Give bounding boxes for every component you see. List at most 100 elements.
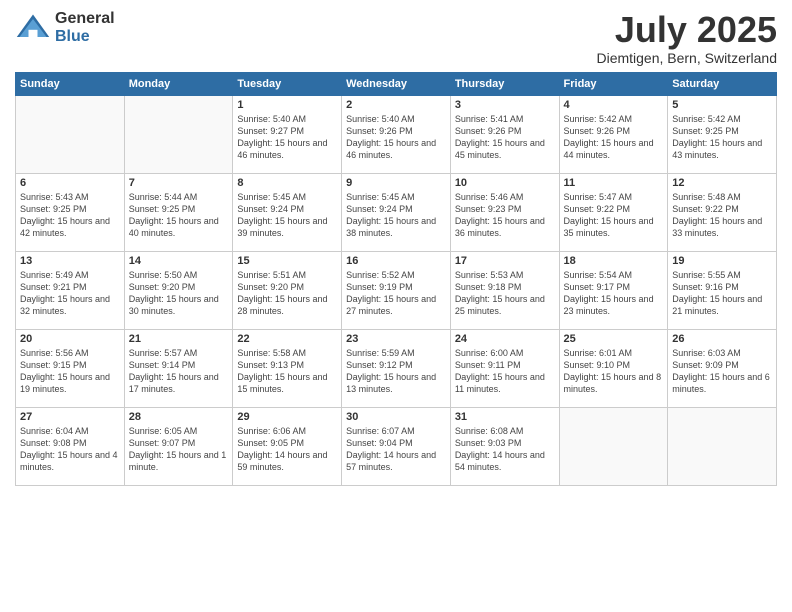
col-monday: Monday	[124, 72, 233, 95]
day-info: Sunrise: 6:01 AM Sunset: 9:10 PM Dayligh…	[564, 347, 664, 396]
day-info: Sunrise: 5:42 AM Sunset: 9:26 PM Dayligh…	[564, 113, 664, 162]
table-row: 10 Sunrise: 5:46 AM Sunset: 9:23 PM Dayli…	[450, 173, 559, 251]
table-row: 13 Sunrise: 5:49 AM Sunset: 9:21 PM Dayli…	[16, 251, 125, 329]
day-number: 30	[346, 411, 446, 423]
day-info: Sunrise: 5:49 AM Sunset: 9:21 PM Dayligh…	[20, 269, 120, 318]
day-number: 1	[237, 99, 337, 111]
col-wednesday: Wednesday	[342, 72, 451, 95]
table-row: 1 Sunrise: 5:40 AM Sunset: 9:27 PM Daylig…	[233, 95, 342, 173]
day-number: 2	[346, 99, 446, 111]
table-row: 25 Sunrise: 6:01 AM Sunset: 9:10 PM Dayli…	[559, 329, 668, 407]
day-number: 20	[20, 333, 120, 345]
day-info: Sunrise: 5:45 AM Sunset: 9:24 PM Dayligh…	[237, 191, 337, 240]
day-number: 19	[672, 255, 772, 267]
day-number: 9	[346, 177, 446, 189]
day-info: Sunrise: 5:43 AM Sunset: 9:25 PM Dayligh…	[20, 191, 120, 240]
table-row: 8Sunrise: 5:45 AM Sunset: 9:24 PM Daylig…	[233, 173, 342, 251]
day-info: Sunrise: 6:08 AM Sunset: 9:03 PM Dayligh…	[455, 425, 555, 474]
day-number: 29	[237, 411, 337, 423]
col-friday: Friday	[559, 72, 668, 95]
table-row: 29 Sunrise: 6:06 AM Sunset: 9:05 PM Dayli…	[233, 407, 342, 485]
day-number: 25	[564, 333, 664, 345]
day-number: 12	[672, 177, 772, 189]
day-info: Sunrise: 6:07 AM Sunset: 9:04 PM Dayligh…	[346, 425, 446, 474]
table-row: 15 Sunrise: 5:51 AM Sunset: 9:20 PM Dayli…	[233, 251, 342, 329]
month-title: July 2025	[596, 10, 777, 50]
logo-blue-text: Blue	[55, 28, 115, 46]
calendar-week-row: 27Sunrise: 6:04 AM Sunset: 9:08 PM Dayli…	[16, 407, 777, 485]
day-number: 10	[455, 177, 555, 189]
day-number: 4	[564, 99, 664, 111]
calendar-week-row: 13 Sunrise: 5:49 AM Sunset: 9:21 PM Dayli…	[16, 251, 777, 329]
page-container: General Blue July 2025 Diemtigen, Bern, …	[0, 0, 792, 496]
table-row: 21 Sunrise: 5:57 AM Sunset: 9:14 PM Dayli…	[124, 329, 233, 407]
table-row: 2Sunrise: 5:40 AM Sunset: 9:26 PM Daylig…	[342, 95, 451, 173]
table-row: 26 Sunrise: 6:03 AM Sunset: 9:09 PM Dayli…	[668, 329, 777, 407]
table-row: 11 Sunrise: 5:47 AM Sunset: 9:22 PM Dayli…	[559, 173, 668, 251]
table-row: 27Sunrise: 6:04 AM Sunset: 9:08 PM Dayli…	[16, 407, 125, 485]
day-number: 28	[129, 411, 229, 423]
day-info: Sunrise: 5:54 AM Sunset: 9:17 PM Dayligh…	[564, 269, 664, 318]
table-row: 14 Sunrise: 5:50 AM Sunset: 9:20 PM Dayli…	[124, 251, 233, 329]
day-info: Sunrise: 5:52 AM Sunset: 9:19 PM Dayligh…	[346, 269, 446, 318]
day-number: 21	[129, 333, 229, 345]
day-number: 14	[129, 255, 229, 267]
logo-general-text: General	[55, 10, 115, 28]
table-row: 20 Sunrise: 5:56 AM Sunset: 9:15 PM Dayli…	[16, 329, 125, 407]
col-tuesday: Tuesday	[233, 72, 342, 95]
table-row: 7Sunrise: 5:44 AM Sunset: 9:25 PM Daylig…	[124, 173, 233, 251]
col-sunday: Sunday	[16, 72, 125, 95]
table-row: 5Sunrise: 5:42 AM Sunset: 9:25 PM Daylig…	[668, 95, 777, 173]
day-number: 11	[564, 177, 664, 189]
table-row: 6 Sunrise: 5:43 AM Sunset: 9:25 PM Daylig…	[16, 173, 125, 251]
table-row: 22Sunrise: 5:58 AM Sunset: 9:13 PM Dayli…	[233, 329, 342, 407]
day-number: 6	[20, 177, 120, 189]
col-saturday: Saturday	[668, 72, 777, 95]
table-row: 30 Sunrise: 6:07 AM Sunset: 9:04 PM Dayli…	[342, 407, 451, 485]
day-info: Sunrise: 6:03 AM Sunset: 9:09 PM Dayligh…	[672, 347, 772, 396]
day-info: Sunrise: 5:51 AM Sunset: 9:20 PM Dayligh…	[237, 269, 337, 318]
day-number: 24	[455, 333, 555, 345]
day-number: 16	[346, 255, 446, 267]
calendar-week-row: 6 Sunrise: 5:43 AM Sunset: 9:25 PM Daylig…	[16, 173, 777, 251]
day-info: Sunrise: 5:50 AM Sunset: 9:20 PM Dayligh…	[129, 269, 229, 318]
day-number: 26	[672, 333, 772, 345]
day-number: 13	[20, 255, 120, 267]
col-thursday: Thursday	[450, 72, 559, 95]
logo-text: General Blue	[55, 10, 115, 45]
day-number: 3	[455, 99, 555, 111]
day-number: 7	[129, 177, 229, 189]
day-info: Sunrise: 5:47 AM Sunset: 9:22 PM Dayligh…	[564, 191, 664, 240]
day-info: Sunrise: 5:46 AM Sunset: 9:23 PM Dayligh…	[455, 191, 555, 240]
calendar-week-row: 20 Sunrise: 5:56 AM Sunset: 9:15 PM Dayli…	[16, 329, 777, 407]
table-row: 16 Sunrise: 5:52 AM Sunset: 9:19 PM Dayli…	[342, 251, 451, 329]
day-number: 22	[237, 333, 337, 345]
day-info: Sunrise: 6:06 AM Sunset: 9:05 PM Dayligh…	[237, 425, 337, 474]
logo-icon	[15, 10, 51, 46]
logo: General Blue	[15, 10, 115, 46]
day-number: 27	[20, 411, 120, 423]
day-info: Sunrise: 5:56 AM Sunset: 9:15 PM Dayligh…	[20, 347, 120, 396]
table-row	[124, 95, 233, 173]
day-info: Sunrise: 5:55 AM Sunset: 9:16 PM Dayligh…	[672, 269, 772, 318]
table-row: 19 Sunrise: 5:55 AM Sunset: 9:16 PM Dayli…	[668, 251, 777, 329]
day-info: Sunrise: 6:00 AM Sunset: 9:11 PM Dayligh…	[455, 347, 555, 396]
table-row: 9 Sunrise: 5:45 AM Sunset: 9:24 PM Daylig…	[342, 173, 451, 251]
day-info: Sunrise: 5:57 AM Sunset: 9:14 PM Dayligh…	[129, 347, 229, 396]
day-number: 15	[237, 255, 337, 267]
day-info: Sunrise: 6:05 AM Sunset: 9:07 PM Dayligh…	[129, 425, 229, 474]
day-info: Sunrise: 5:45 AM Sunset: 9:24 PM Dayligh…	[346, 191, 446, 240]
table-row: 4 Sunrise: 5:42 AM Sunset: 9:26 PM Daylig…	[559, 95, 668, 173]
calendar-header-row: Sunday Monday Tuesday Wednesday Thursday…	[16, 72, 777, 95]
header: General Blue July 2025 Diemtigen, Bern, …	[15, 10, 777, 66]
table-row: 17Sunrise: 5:53 AM Sunset: 9:18 PM Dayli…	[450, 251, 559, 329]
calendar-week-row: 1 Sunrise: 5:40 AM Sunset: 9:27 PM Daylig…	[16, 95, 777, 173]
location-subtitle: Diemtigen, Bern, Switzerland	[596, 50, 777, 66]
table-row: 28 Sunrise: 6:05 AM Sunset: 9:07 PM Dayli…	[124, 407, 233, 485]
day-info: Sunrise: 5:59 AM Sunset: 9:12 PM Dayligh…	[346, 347, 446, 396]
day-number: 17	[455, 255, 555, 267]
day-number: 5	[672, 99, 772, 111]
day-info: Sunrise: 5:40 AM Sunset: 9:27 PM Dayligh…	[237, 113, 337, 162]
day-info: Sunrise: 5:41 AM Sunset: 9:26 PM Dayligh…	[455, 113, 555, 162]
calendar-table: Sunday Monday Tuesday Wednesday Thursday…	[15, 72, 777, 486]
